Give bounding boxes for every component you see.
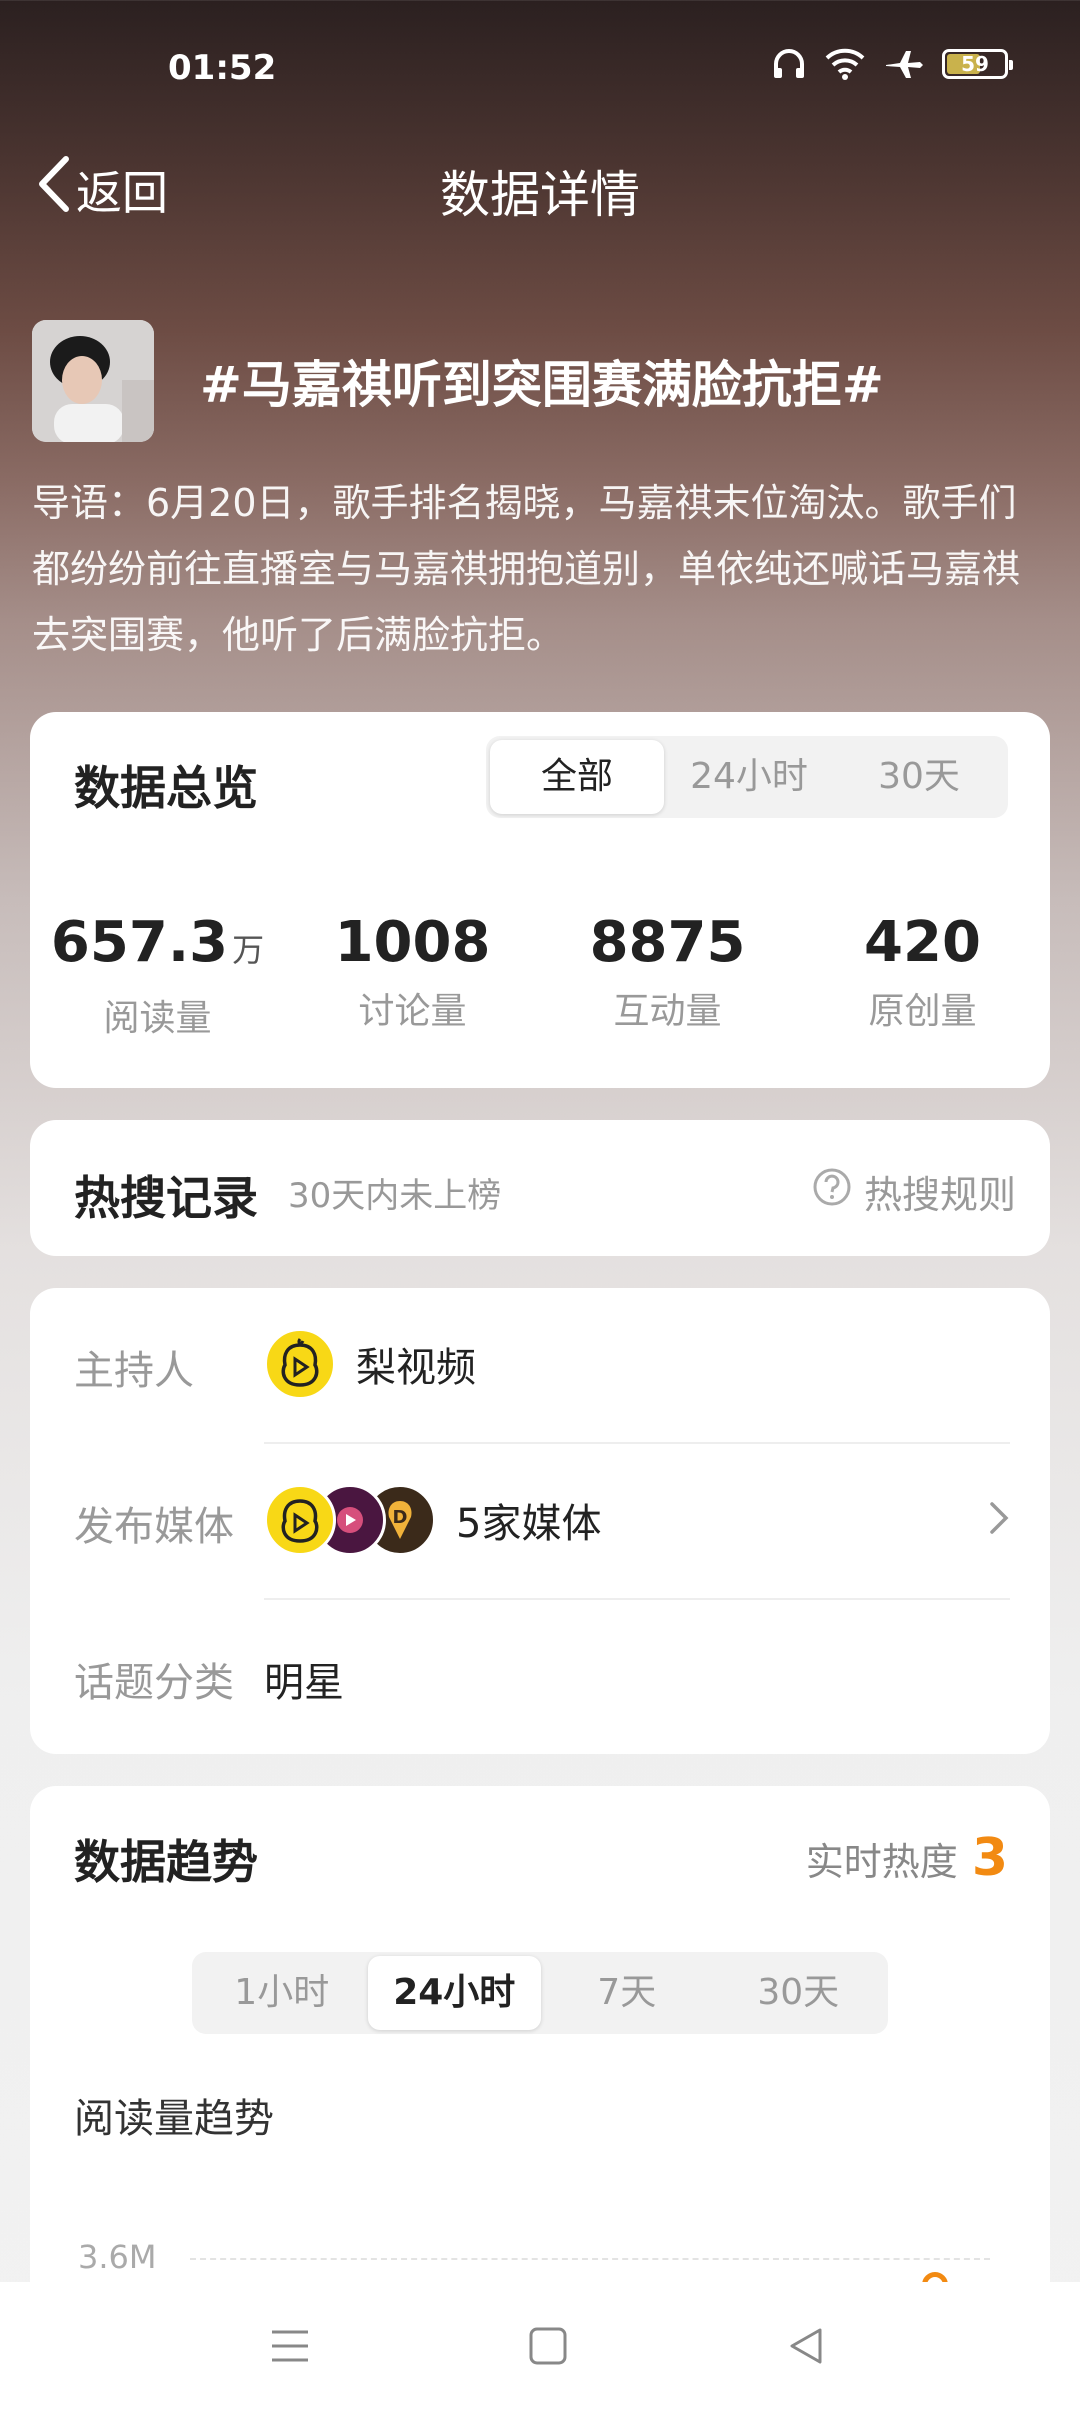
stat-discussions-label: 讨论量 [358,991,467,1032]
pear-video-logo-icon [264,1484,336,1556]
host-label: 主持人 [74,1348,194,1394]
topic-intro: 导语：6月20日，歌手排名揭晓，马嘉祺末位淘汰。歌手们都纷纷前往直播室与马嘉祺拥… [32,481,1021,657]
status-icons: 59 [772,48,1013,80]
media-count: 5家媒体 [456,1501,602,1547]
topic-title: #马嘉祺听到突围赛满脸抗拒# [200,356,884,414]
stat-interactions-value: 8875 [589,910,746,975]
hot-search-rules-label: 热搜规则 [863,1173,1016,1217]
trend-tab-7d[interactable]: 7天 [541,1956,713,2030]
media-label: 发布媒体 [74,1504,234,1550]
category-value: 明星 [264,1660,344,1706]
stat-discussions: 1008 讨论量 [285,908,540,1041]
topic-header: #马嘉祺听到突围赛满脸抗拒# [32,320,1052,442]
back-triangle-icon[interactable] [786,2326,826,2370]
battery-level: 59 [961,52,989,76]
wifi-icon [824,48,866,80]
stat-discussions-value: 1008 [334,910,491,975]
status-time: 01:52 [168,48,277,88]
chevron-right-icon [988,1500,1010,1540]
info-card: 主持人 梨视频 发布媒体 D 5家媒体 话题分类 明星 [30,1288,1050,1754]
realtime-heat-label: 实时热度 [805,1840,958,1884]
stat-reads-unit: 万 [232,931,265,969]
category-label: 话题分类 [74,1660,234,1706]
airplane-mode-icon [884,48,924,80]
host-row: 主持人 梨视频 [30,1288,1050,1444]
stat-originals: 420 原创量 [795,908,1050,1041]
overview-tabs: 全部 24小时 30天 [486,736,1008,818]
stat-originals-label: 原创量 [868,991,977,1032]
battery-icon: 59 [942,49,1013,79]
read-trend-subtitle: 阅读量趋势 [74,2096,274,2142]
overview-tab-24h[interactable]: 24小时 [664,740,834,814]
stat-reads: 657.3 万 阅读量 [30,908,285,1041]
stat-interactions: 8875 互动量 [540,908,795,1041]
host-name: 梨视频 [356,1345,476,1391]
overview-title: 数据总览 [74,761,258,815]
status-bar: 01:52 59 [0,0,1080,140]
trend-tabs: 1小时 24小时 7天 30天 [192,1952,888,2034]
question-icon [812,1167,864,1216]
chart-gridline [190,2258,990,2260]
hot-search-card: 热搜记录 30天内未上榜 热搜规则 [30,1120,1050,1256]
host-value[interactable]: 梨视频 [264,1328,476,1400]
home-icon[interactable] [528,2326,568,2370]
hot-search-rules-link[interactable]: 热搜规则 [812,1164,1016,1219]
svg-text:D: D [393,1507,408,1528]
stat-reads-value: 657.3 [50,910,229,975]
trend-tab-1h[interactable]: 1小时 [196,1956,368,2030]
trend-tab-24h[interactable]: 24小时 [367,1956,541,2030]
realtime-heat: 实时热度 3 [806,1828,1008,1888]
stat-interactions-label: 互动量 [613,991,722,1032]
pear-video-logo-icon [264,1328,336,1400]
hot-search-status: 30天内未上榜 [288,1176,502,1216]
page-title: 数据详情 [440,166,640,224]
stat-reads-label: 阅读量 [103,998,212,1039]
media-row[interactable]: 发布媒体 D 5家媒体 [30,1444,1050,1600]
hot-search-title: 热搜记录 [74,1171,258,1225]
category-row: 话题分类 明星 [30,1600,1050,1756]
realtime-heat-value: 3 [971,1828,1008,1888]
topic-image[interactable] [32,320,154,442]
stat-originals-value: 420 [864,910,981,975]
overview-card: 数据总览 全部 24小时 30天 657.3 万 阅读量 1008 讨论量 887… [30,712,1050,1088]
overview-stats: 657.3 万 阅读量 1008 讨论量 8875 互动量 420 原创量 [30,908,1050,1041]
menu-icon[interactable] [270,2326,310,2370]
system-nav-bar [0,2282,1080,2412]
trend-tab-30d[interactable]: 30天 [713,1956,885,2030]
y-axis-tick-label: 3.6M [78,2238,157,2276]
trend-title: 数据趋势 [74,1835,258,1889]
headphones-icon [772,48,806,80]
overview-tab-30d[interactable]: 30天 [834,740,1004,814]
top-nav: 返回 数据详情 [0,145,1080,225]
overview-tab-all[interactable]: 全部 [490,740,664,814]
media-value: D 5家媒体 [264,1484,601,1556]
